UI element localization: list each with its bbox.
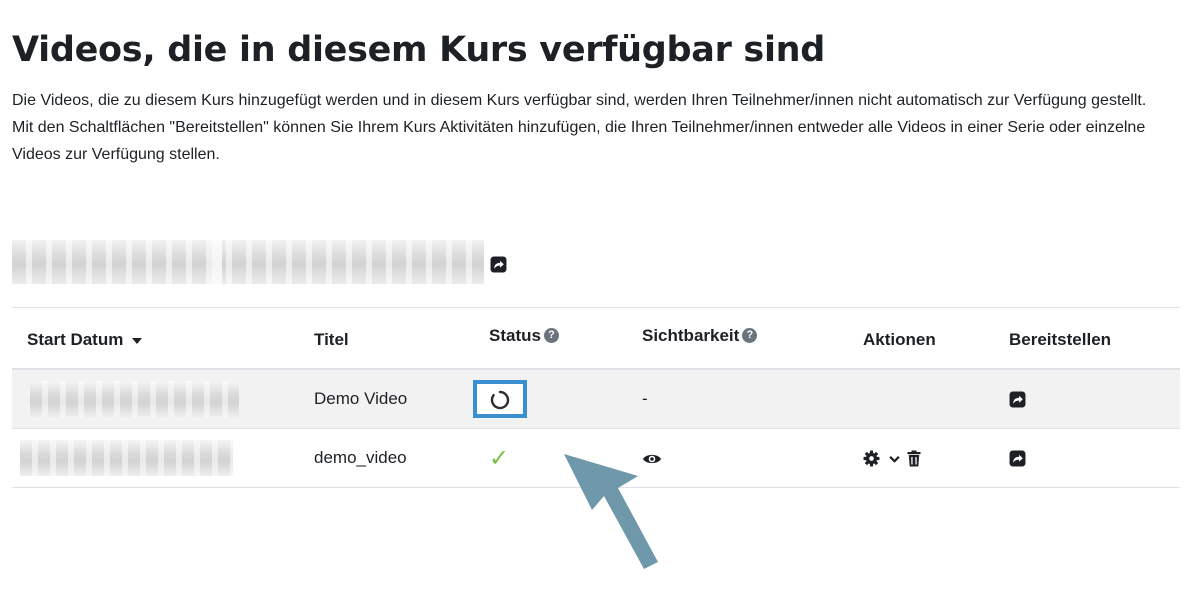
- cell-title: demo_video: [299, 428, 474, 488]
- cell-start-date: [12, 369, 299, 429]
- cell-actions: [848, 369, 994, 429]
- cell-title: Demo Video: [299, 369, 474, 429]
- processing-spinner-icon: [490, 390, 510, 409]
- header-start-date[interactable]: Start Datum: [12, 312, 299, 370]
- cell-actions: [848, 428, 994, 488]
- trash-icon[interactable]: [907, 450, 921, 467]
- header-provide-label: Bereitstellen: [1009, 330, 1112, 349]
- page-description: Die Videos, die zu diesem Kurs hinzugefü…: [12, 87, 1177, 168]
- annotation-arrow-icon: [564, 454, 658, 569]
- cell-start-date: [12, 428, 299, 488]
- cell-provide: [994, 428, 1180, 488]
- gear-icon[interactable]: [863, 450, 880, 467]
- header-status: Status?: [474, 312, 627, 370]
- video-title: demo_video: [314, 448, 407, 467]
- status-highlight: [473, 379, 527, 418]
- page-title: Videos, die in diesem Kurs verfügbar sin…: [12, 30, 826, 70]
- start-date-redacted: [30, 381, 239, 417]
- cell-visibility: -: [627, 369, 848, 429]
- header-visibility-label: Sichtbarkeit: [642, 326, 740, 345]
- header-actions: Aktionen: [848, 312, 994, 370]
- description-line-1: Die Videos, die zu diesem Kurs hinzugefü…: [12, 92, 1147, 109]
- header-start-date-label: Start Datum: [27, 330, 124, 349]
- section-divider: [12, 307, 1180, 308]
- header-title-label: Titel: [314, 330, 349, 349]
- header-actions-label: Aktionen: [863, 330, 936, 349]
- cell-status: [473, 369, 627, 429]
- cell-provide: [994, 369, 1180, 429]
- visibility-help-icon[interactable]: ?: [742, 328, 758, 344]
- share-square-icon[interactable]: [1009, 450, 1026, 467]
- share-square-icon[interactable]: [1009, 391, 1026, 408]
- table-header-row: Start Datum Titel Status? Sichtbarkeit? …: [12, 312, 1180, 370]
- header-status-label: Status: [489, 326, 541, 345]
- description-line-2: Mit den Schaltflächen "Bereitstellen" kö…: [12, 119, 1146, 163]
- header-visibility: Sichtbarkeit?: [627, 312, 848, 370]
- chevron-down-icon[interactable]: [889, 455, 900, 463]
- sort-caret-down-icon[interactable]: [132, 337, 143, 344]
- status-help-icon[interactable]: ?: [543, 328, 559, 344]
- start-date-redacted: [20, 440, 233, 476]
- header-title[interactable]: Titel: [299, 312, 474, 370]
- series-share-icon[interactable]: [490, 256, 507, 273]
- series-name-redacted: [12, 240, 484, 284]
- checkmark-icon: ✓: [489, 444, 510, 472]
- visibility-value: -: [642, 389, 648, 408]
- video-title: Demo Video: [314, 389, 408, 408]
- table-row: Demo Video -: [12, 369, 1180, 429]
- header-provide: Bereitstellen: [994, 312, 1180, 370]
